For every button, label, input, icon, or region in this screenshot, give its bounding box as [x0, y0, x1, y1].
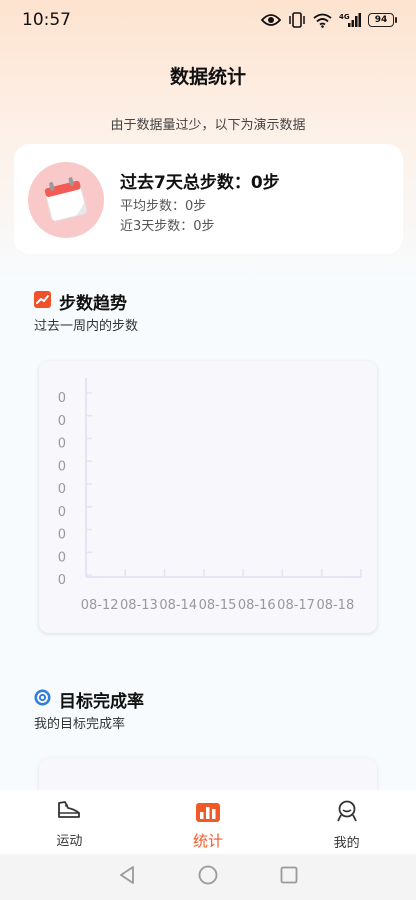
x-tick-label: 08-15 [199, 598, 237, 613]
battery-icon: 94 [368, 13, 397, 27]
recents-nav-icon[interactable] [280, 866, 298, 888]
y-tick-label: 0 [58, 482, 66, 497]
y-tick-label: 0 [58, 459, 66, 474]
status-bar: 10:57 4G 94 [0, 0, 416, 40]
x-tick-label: 08-13 [120, 598, 158, 613]
trend-section-title: 步数趋势 [59, 294, 127, 314]
target-icon [34, 689, 51, 710]
trend-chart-icon [34, 291, 51, 312]
steps-summary-card: 过去7天总步数：0步 平均步数：0步 近3天步数：0步 [14, 144, 403, 254]
tab-statistics-label: 统计 [193, 832, 224, 850]
vibrate-icon [288, 12, 306, 28]
demo-data-notice: 由于数据量过少，以下为演示数据 [110, 118, 306, 133]
battery-level: 94 [374, 15, 388, 25]
steps-trend-chart-svg: 0 0 0 0 0 0 0 0 0 08-12 08-13 08-14 08-15 08-16 08-17 0… [58, 378, 362, 613]
network-type-label: 4G [339, 13, 350, 21]
status-time: 10:57 [22, 10, 71, 30]
tab-sport[interactable]: 运动 [0, 790, 139, 854]
home-nav-icon[interactable] [198, 865, 218, 889]
bottom-tab-bar: 运动 统计 我的 [0, 790, 416, 854]
recent-3-days-steps: 近3天步数：0步 [120, 219, 215, 234]
y-tick-label: 0 [58, 528, 66, 543]
shoe-icon [56, 799, 82, 825]
eye-icon [261, 13, 281, 27]
trend-section-subtitle: 过去一周内的步数 [34, 319, 139, 334]
system-navigation-bar [0, 854, 416, 900]
x-tick-label: 08-12 [81, 598, 119, 613]
tab-mine-label: 我的 [333, 836, 360, 851]
page-title: 数据统计 [169, 66, 246, 88]
total-steps-7-days: 过去7天总步数：0步 [120, 173, 280, 193]
tab-statistics[interactable]: 统计 [139, 790, 278, 854]
average-steps: 平均步数：0步 [120, 199, 207, 214]
x-tick-label: 08-18 [316, 598, 354, 613]
back-nav-icon[interactable] [118, 865, 136, 889]
tab-mine[interactable]: 我的 [277, 790, 416, 854]
trend-section-header: 步数趋势 [34, 289, 127, 314]
calendar-icon [28, 162, 104, 238]
x-tick-label: 08-17 [277, 598, 315, 613]
y-tick-label: 0 [58, 391, 66, 406]
y-tick-label: 0 [58, 437, 66, 452]
status-icons: 4G 94 [261, 12, 397, 28]
goal-section-header: 目标完成率 [34, 687, 144, 712]
x-tick-label: 08-14 [159, 598, 197, 613]
x-tick-label: 08-16 [238, 598, 276, 613]
steps-trend-chart: 0 0 0 0 0 0 0 0 0 08-12 08-13 08-14 08-15 08-16 08-17 0… [39, 361, 377, 633]
cellular-signal-icon: 4G [339, 12, 361, 28]
goal-section-subtitle: 我的目标完成率 [34, 717, 126, 732]
profile-icon [335, 799, 359, 827]
y-tick-label: 0 [58, 505, 66, 520]
bar-chart-icon [195, 799, 221, 827]
goal-section-title: 目标完成率 [59, 692, 144, 712]
y-tick-label: 0 [58, 414, 66, 429]
y-tick-label: 0 [58, 573, 66, 588]
y-tick-label: 0 [58, 550, 66, 565]
tab-sport-label: 运动 [56, 834, 83, 849]
wifi-icon [313, 13, 332, 28]
